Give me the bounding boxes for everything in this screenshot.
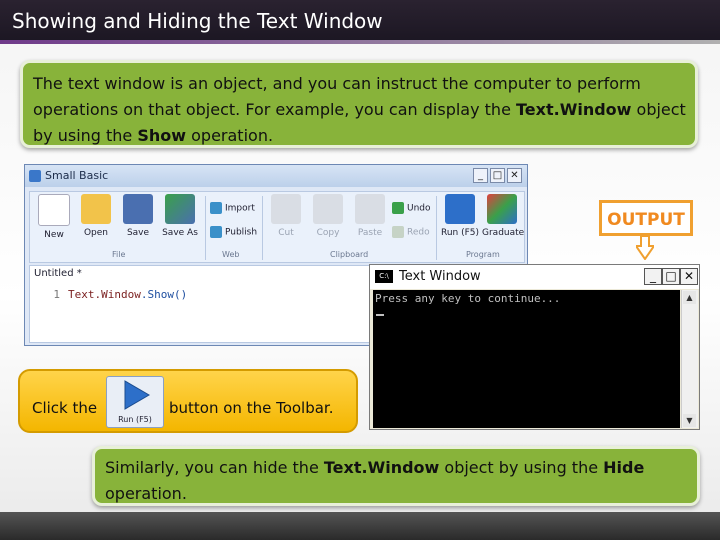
group-label-clipboard: Clipboard — [330, 250, 369, 259]
text-window-console: C:\ Text Window _ □ ✕ Press any key to c… — [369, 264, 700, 430]
graduate-icon — [487, 194, 517, 224]
save-as-button[interactable]: Save As — [160, 194, 200, 238]
small-basic-title: Small Basic — [45, 169, 109, 182]
ribbon-toolbar: New Open Save Save As File Import Publis… — [29, 191, 525, 263]
intro-text-line2: operations on that object. For example, … — [33, 100, 516, 119]
intro-text-line1: The text window is an object, and you ca… — [33, 74, 641, 93]
intro-text-box: The text window is an object, and you ca… — [20, 60, 698, 148]
hide-text-hide: Hide — [603, 458, 645, 477]
redo-button[interactable]: Redo — [392, 226, 430, 238]
console-title: Text Window — [399, 269, 481, 284]
graduate-button[interactable]: Graduate — [482, 194, 524, 238]
play-icon — [445, 194, 475, 224]
code-object: Text.Window — [68, 288, 141, 301]
hide-text-line2: operation. — [105, 484, 187, 503]
group-label-program: Program — [466, 250, 500, 259]
hide-text-textwindow: Text.Window — [323, 458, 440, 477]
run-button-illustration: Run (F5) — [106, 376, 164, 428]
console-output-line: Press any key to continue... — [375, 292, 561, 305]
import-icon — [210, 202, 222, 214]
hide-text-line1: Similarly, you can hide the — [105, 458, 324, 477]
run-button[interactable]: Run (F5) — [440, 194, 480, 238]
open-button[interactable]: Open — [76, 194, 116, 238]
console-output[interactable]: Press any key to continue... — [373, 290, 680, 428]
small-basic-logo-icon — [29, 170, 41, 182]
intro-text-textwindow: Text.Window — [516, 100, 632, 119]
editor-tab[interactable]: Untitled * — [34, 268, 82, 279]
output-label: OUTPUT — [599, 200, 693, 236]
paste-button[interactable]: Paste — [350, 194, 390, 238]
hide-text-object: object by using the — [439, 458, 604, 477]
intro-text-line3: by using the — [33, 126, 138, 145]
console-cursor — [376, 314, 384, 316]
cut-button[interactable]: Cut — [266, 194, 306, 238]
redo-icon — [392, 226, 404, 238]
intro-text-operation: operation. — [186, 126, 274, 145]
title-accent-line — [0, 40, 720, 44]
save-as-icon — [165, 194, 195, 224]
instruction-suffix: button on the Toolbar. — [169, 399, 334, 417]
ribbon-separator — [436, 196, 437, 260]
group-label-web: Web — [222, 250, 240, 259]
minimize-button[interactable]: _ — [473, 168, 488, 183]
slide-title: Showing and Hiding the Text Window — [12, 9, 383, 33]
maximize-button[interactable]: □ — [490, 168, 505, 183]
new-file-icon — [38, 194, 70, 226]
slide-title-bar: Showing and Hiding the Text Window — [0, 0, 720, 44]
console-maximize-button[interactable]: □ — [662, 268, 680, 285]
copy-button[interactable]: Copy — [308, 194, 348, 238]
undo-button[interactable]: Undo — [392, 202, 431, 214]
publish-icon — [210, 226, 222, 238]
down-arrow-icon — [636, 236, 654, 260]
click-run-instruction: Click the Run (F5) button on the Toolbar… — [18, 369, 358, 433]
copy-icon — [313, 194, 343, 224]
intro-text-show: Show — [137, 126, 187, 145]
code-operation: .Show() — [140, 288, 188, 301]
console-scrollbar[interactable]: ▲ ▼ — [681, 290, 698, 428]
console-close-button[interactable]: ✕ — [680, 268, 698, 285]
bottom-band — [0, 512, 720, 540]
paste-icon — [355, 194, 385, 224]
run-label: Run (F5) — [118, 415, 152, 424]
save-button[interactable]: Save — [118, 194, 158, 238]
publish-button[interactable]: Publish — [210, 226, 257, 238]
code-line[interactable]: 1 Text.Window.Show() — [32, 288, 187, 301]
scroll-up-icon[interactable]: ▲ — [683, 291, 696, 304]
scroll-down-icon[interactable]: ▼ — [683, 414, 696, 427]
scissors-icon — [271, 194, 301, 224]
instruction-prefix: Click the — [32, 399, 98, 417]
folder-icon — [81, 194, 111, 224]
ribbon-separator — [262, 196, 263, 260]
hide-text-box: Similarly, you can hide the Text.Window … — [92, 446, 700, 506]
line-number: 1 — [53, 288, 60, 301]
console-minimize-button[interactable]: _ — [644, 268, 662, 285]
console-icon: C:\ — [375, 270, 393, 283]
play-icon — [124, 380, 150, 410]
floppy-disk-icon — [123, 194, 153, 224]
group-label-file: File — [112, 250, 126, 259]
ribbon-separator — [205, 196, 206, 260]
console-titlebar: C:\ Text Window _ □ ✕ — [370, 265, 699, 289]
intro-text-object: object — [631, 100, 686, 119]
import-button[interactable]: Import — [210, 202, 255, 214]
small-basic-titlebar: Small Basic _ □ ✕ — [25, 165, 527, 187]
undo-icon — [392, 202, 404, 214]
new-button[interactable]: New — [34, 194, 74, 240]
close-button[interactable]: ✕ — [507, 168, 522, 183]
